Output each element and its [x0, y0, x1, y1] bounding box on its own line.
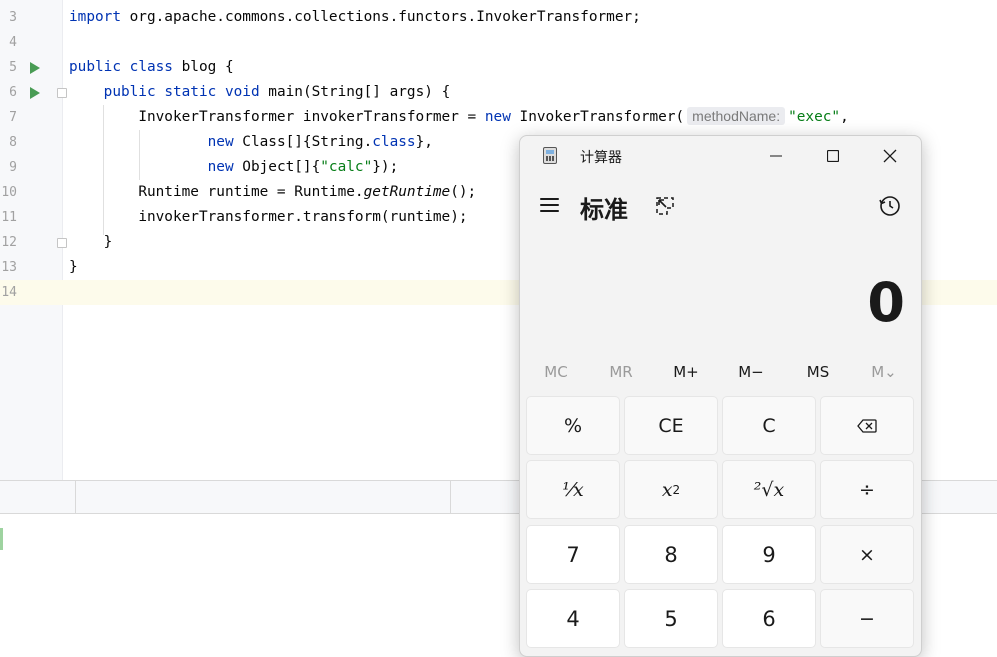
memory-store-button[interactable]: MS — [788, 363, 848, 381]
console-marker — [0, 528, 3, 550]
divide-button[interactable]: ÷ — [820, 460, 914, 519]
digit-4-button[interactable]: 4 — [526, 589, 620, 648]
run-class-icon[interactable] — [30, 62, 40, 74]
line-number: 11 — [1, 210, 17, 225]
history-icon[interactable] — [878, 194, 902, 218]
line-number: 9 — [9, 160, 17, 175]
divider — [450, 481, 451, 514]
memory-row: MC MR M+ M− MS M⌄ — [520, 363, 921, 383]
backspace-icon — [857, 418, 877, 433]
percent-button[interactable]: % — [526, 396, 620, 455]
memory-recall-button[interactable]: MR — [591, 363, 651, 381]
line-number: 4 — [9, 35, 17, 50]
run-main-icon[interactable] — [30, 87, 40, 99]
clear-button[interactable]: C — [722, 396, 816, 455]
code-line[interactable]: 7 InvokerTransformer invokerTransformer … — [0, 105, 997, 130]
close-button[interactable] — [863, 136, 917, 176]
digit-7-button[interactable]: 7 — [526, 525, 620, 584]
title-bar[interactable]: 计算器 — [520, 136, 921, 176]
line-number: 14 — [1, 285, 17, 300]
maximize-button[interactable] — [806, 136, 860, 176]
code-line[interactable]: 4 — [0, 30, 997, 55]
line-number: 12 — [1, 235, 17, 250]
minimize-button[interactable] — [749, 136, 803, 176]
line-number: 6 — [9, 85, 17, 100]
line-number: 3 — [9, 10, 17, 25]
multiply-button[interactable]: × — [820, 525, 914, 584]
close-icon — [883, 149, 897, 163]
digit-9-button[interactable]: 9 — [722, 525, 816, 584]
digit-5-button[interactable]: 5 — [624, 589, 718, 648]
backspace-button[interactable] — [820, 396, 914, 455]
minimize-icon — [770, 155, 782, 157]
digit-8-button[interactable]: 8 — [624, 525, 718, 584]
square-root-button[interactable]: ²√x — [722, 460, 816, 519]
digit-6-button[interactable]: 6 — [722, 589, 816, 648]
calculator-window[interactable]: 计算器 标准 0 MC MR M+ M− MS M⌄ % CE C ¹⁄𝑥 x … — [519, 135, 922, 657]
result-display: 0 — [867, 271, 905, 334]
memory-clear-button[interactable]: MC — [526, 363, 586, 381]
fold-icon[interactable] — [57, 88, 67, 98]
code-line[interactable]: 5 public class blog { — [0, 55, 997, 80]
square-button[interactable]: x2 — [624, 460, 718, 519]
reciprocal-button[interactable]: ¹⁄𝑥 — [526, 460, 620, 519]
memory-add-button[interactable]: M+ — [656, 363, 716, 381]
divider — [75, 481, 76, 514]
line-number: 8 — [9, 135, 17, 150]
fold-icon[interactable] — [57, 238, 67, 248]
memory-list-button[interactable]: M⌄ — [854, 363, 914, 381]
keep-on-top-icon[interactable] — [654, 195, 676, 217]
memory-subtract-button[interactable]: M− — [721, 363, 781, 381]
mode-header: 标准 — [520, 180, 921, 236]
code-line[interactable]: 3 import org.apache.commons.collections.… — [0, 5, 997, 30]
mode-title: 标准 — [580, 196, 628, 224]
parameter-hint: methodName: — [687, 107, 786, 125]
maximize-icon — [827, 150, 839, 162]
calculator-app-icon — [543, 147, 557, 164]
code-line[interactable]: 6 public static void main(String[] args)… — [0, 80, 997, 105]
menu-icon[interactable] — [540, 197, 559, 213]
window-title: 计算器 — [580, 150, 622, 166]
line-number: 7 — [9, 110, 17, 125]
subtract-button[interactable]: − — [820, 589, 914, 648]
line-number: 5 — [9, 60, 17, 75]
line-number: 10 — [1, 185, 17, 200]
clear-entry-button[interactable]: CE — [624, 396, 718, 455]
line-number: 13 — [1, 260, 17, 275]
